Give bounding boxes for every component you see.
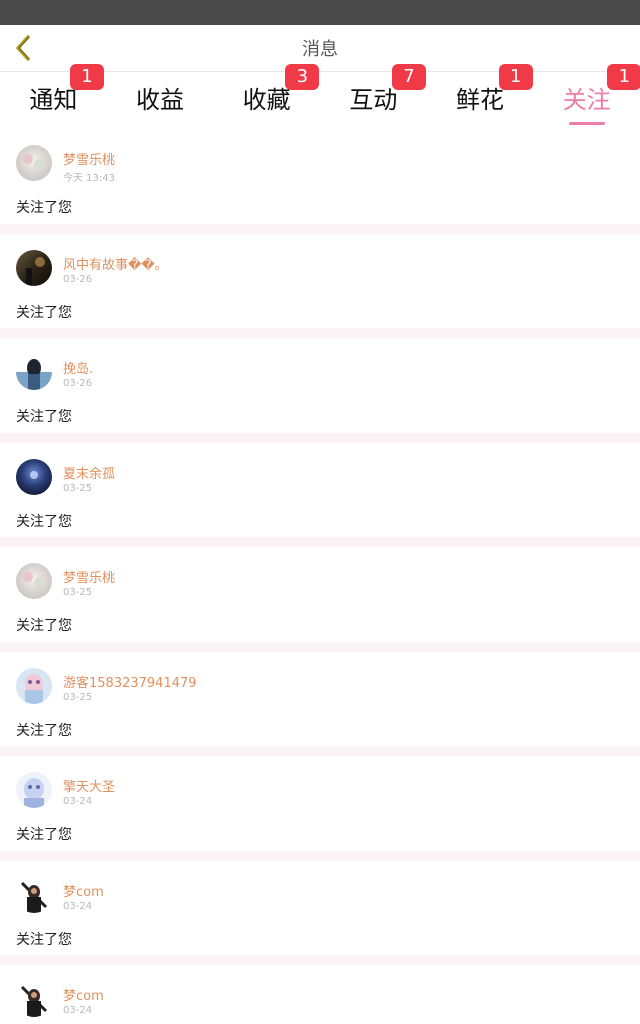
- avatar[interactable]: [16, 772, 52, 808]
- list-item[interactable]: 梦com 03-24 关注了您: [0, 860, 640, 965]
- avatar[interactable]: [16, 876, 52, 913]
- user-name[interactable]: 梦com: [63, 881, 104, 900]
- timestamp: 03-26: [63, 378, 93, 389]
- tab-label: 鲜花: [456, 86, 505, 114]
- tab-label: 通知: [29, 86, 78, 114]
- list-item[interactable]: 挽岛. 03-26 关注了您: [0, 338, 640, 443]
- user-name[interactable]: 梦com: [63, 985, 104, 1004]
- message-text: 关注了您: [16, 618, 72, 634]
- follow-list: 梦雪乐桃 今天 13:43 关注了您 风中有故事��。 03-26 关注了您 挽…: [0, 129, 640, 1024]
- tab-follow[interactable]: 关注 1: [533, 64, 640, 129]
- message-text: 关注了您: [16, 827, 72, 843]
- tab-badge: 7: [392, 64, 427, 90]
- user-name[interactable]: 游客1583237941479: [63, 672, 197, 691]
- avatar[interactable]: [16, 249, 52, 286]
- message-text: 关注了您: [16, 304, 72, 321]
- tab-badge: 3: [285, 64, 320, 90]
- timestamp: 03-24: [63, 796, 93, 807]
- message-text: 关注了您: [16, 409, 72, 425]
- back-button[interactable]: [6, 31, 40, 65]
- list-item[interactable]: 梦com 03-24: [0, 965, 640, 1024]
- avatar[interactable]: [16, 667, 52, 704]
- tab-income[interactable]: 收益: [107, 72, 214, 129]
- timestamp: 03-25: [63, 482, 93, 494]
- active-tab-indicator: [568, 122, 605, 125]
- list-item[interactable]: 风中有故事��。 03-26 关注了您: [0, 233, 640, 338]
- message-text: 关注了您: [16, 513, 72, 530]
- timestamp: 03-25: [63, 691, 93, 703]
- avatar[interactable]: [16, 145, 52, 181]
- list-item[interactable]: 游客1583237941479 03-25 关注了您: [0, 651, 640, 756]
- tab-label: 互动: [349, 86, 398, 114]
- timestamp: 今天 13:43: [63, 173, 115, 184]
- tab-badge: 1: [607, 64, 640, 90]
- user-name[interactable]: 夏末余孤: [63, 463, 115, 482]
- chevron-left-icon: [16, 35, 30, 61]
- avatar[interactable]: [16, 563, 52, 599]
- tab-notice[interactable]: 通知 1: [0, 64, 107, 129]
- list-item[interactable]: 夏末余孤 03-25 关注了您: [0, 442, 640, 547]
- tab-flowers[interactable]: 鲜花 1: [427, 64, 534, 129]
- tab-badge: 1: [70, 64, 104, 90]
- tab-bar: 通知 1 收益 收藏 3 互动 7 鲜花 1 关注 1: [0, 64, 640, 129]
- timestamp: 03-26: [63, 273, 93, 285]
- tab-label: 收益: [136, 86, 184, 114]
- timestamp: 03-24: [63, 1005, 93, 1016]
- avatar[interactable]: [16, 458, 52, 495]
- message-text: 关注了您: [16, 722, 72, 739]
- tab-label: 收藏: [242, 86, 291, 114]
- list-item[interactable]: 擎天大圣 03-24 关注了您: [0, 756, 640, 861]
- message-text: 关注了您: [16, 200, 72, 216]
- list-item[interactable]: 梦雪乐桃 03-25 关注了您: [0, 547, 640, 652]
- user-name[interactable]: 挽岛.: [63, 358, 93, 377]
- timestamp: 03-25: [63, 587, 93, 598]
- tab-favorites[interactable]: 收藏 3: [213, 64, 320, 129]
- user-name[interactable]: 擎天大圣: [63, 776, 115, 795]
- user-name[interactable]: 梦雪乐桃: [63, 567, 115, 586]
- timestamp: 03-24: [63, 900, 93, 912]
- page-title: 消息: [302, 39, 338, 60]
- status-bar: [0, 0, 640, 25]
- tab-badge: 1: [498, 64, 533, 90]
- tab-label: 关注: [562, 86, 611, 114]
- avatar[interactable]: [16, 981, 52, 1017]
- message-text: 关注了您: [16, 931, 72, 948]
- user-name[interactable]: 梦雪乐桃: [63, 149, 115, 168]
- tab-interaction[interactable]: 互动 7: [320, 64, 427, 129]
- avatar[interactable]: [16, 354, 52, 390]
- list-item[interactable]: 梦雪乐桃 今天 13:43 关注了您: [0, 129, 640, 234]
- user-name[interactable]: 风中有故事��。: [63, 254, 168, 273]
